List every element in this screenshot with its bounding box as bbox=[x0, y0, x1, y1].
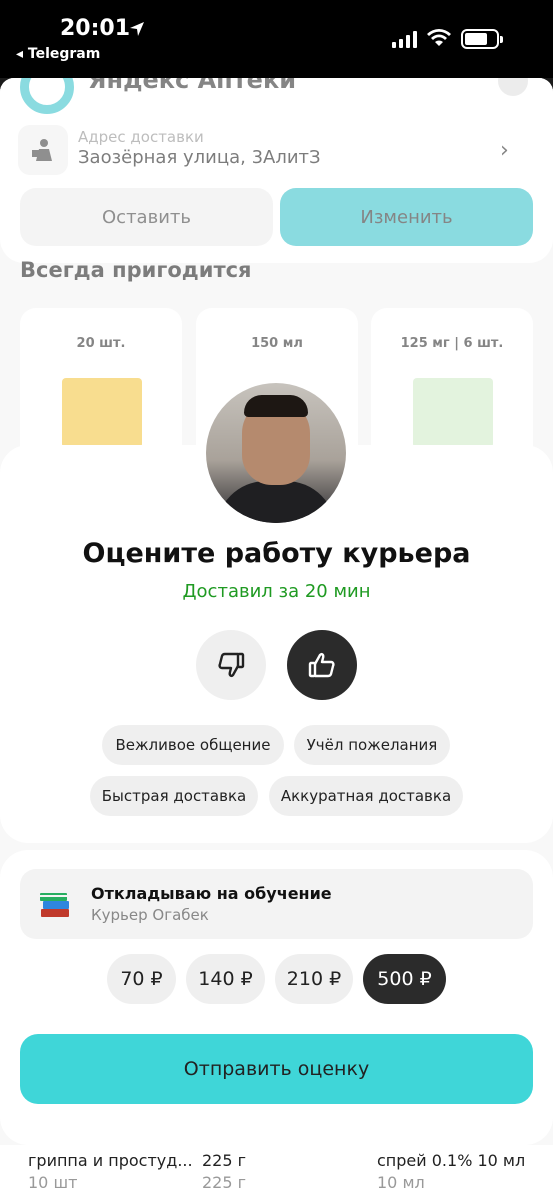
product-quantity: 225 г bbox=[202, 1173, 247, 1192]
chip-fast[interactable]: Быстрая доставка bbox=[90, 776, 258, 816]
courier-avatar bbox=[201, 378, 351, 528]
thumbs-down-button[interactable] bbox=[196, 630, 266, 700]
tip-amount-500-selected[interactable]: 500 ₽ bbox=[363, 954, 446, 1004]
product-quantity: 10 шт bbox=[28, 1173, 78, 1192]
thumbs-down-icon bbox=[218, 652, 245, 677]
tip-goal-title: Откладываю на обучение bbox=[91, 884, 332, 903]
product-list-strip: гриппа и простуд... 10 шт 225 г 225 г сп… bbox=[0, 1145, 553, 1200]
books-icon bbox=[40, 893, 69, 917]
tip-goal-card: Откладываю на обучение Курьер Огабек bbox=[20, 869, 533, 939]
product-name[interactable]: спрей 0.1% 10 мл bbox=[377, 1151, 525, 1170]
chip-careful[interactable]: Аккуратная доставка bbox=[269, 776, 463, 816]
product-quantity: 10 мл bbox=[377, 1173, 425, 1192]
signal-icon bbox=[392, 30, 417, 48]
delivery-time-text: Доставил за 20 мин bbox=[182, 581, 371, 602]
battery-icon bbox=[461, 29, 503, 49]
chip-polite[interactable]: Вежливое общение bbox=[102, 725, 284, 765]
product-name[interactable]: 225 г bbox=[202, 1151, 246, 1170]
tip-amount-70[interactable]: 70 ₽ bbox=[107, 954, 176, 1004]
back-to-telegram-link[interactable]: ◂ Telegram bbox=[16, 46, 100, 62]
product-name[interactable]: гриппа и простуд... bbox=[28, 1151, 193, 1170]
thumbs-up-icon bbox=[308, 653, 335, 678]
status-bar: 20:01 ◂ Telegram bbox=[0, 0, 553, 78]
tip-amount-140[interactable]: 140 ₽ bbox=[186, 954, 265, 1004]
submit-rating-button[interactable]: Отправить оценку bbox=[20, 1034, 533, 1104]
location-arrow-icon bbox=[130, 22, 144, 36]
wifi-icon bbox=[427, 29, 451, 46]
status-time: 20:01 bbox=[60, 16, 131, 41]
chip-wishes[interactable]: Учёл пожелания bbox=[294, 725, 450, 765]
rating-title: Оцените работу курьера bbox=[82, 538, 471, 569]
courier-name: Курьер Огабек bbox=[91, 906, 209, 924]
tip-amount-210[interactable]: 210 ₽ bbox=[275, 954, 353, 1004]
thumbs-up-button[interactable] bbox=[287, 630, 357, 700]
